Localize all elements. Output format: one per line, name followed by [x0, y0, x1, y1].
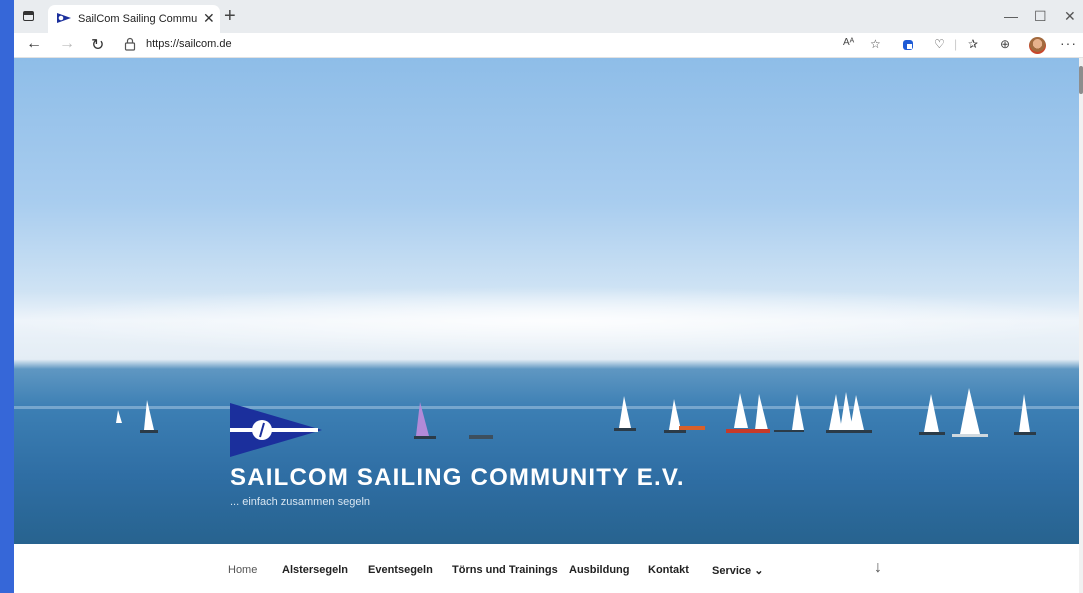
- page-scrollbar[interactable]: [1079, 58, 1083, 593]
- nav-item-alstersegeln[interactable]: Alstersegeln: [282, 564, 348, 576]
- minimize-button[interactable]: —: [1004, 8, 1018, 24]
- nav-item-service[interactable]: Service ⌄: [712, 564, 763, 577]
- extension-icon[interactable]: [902, 39, 914, 51]
- more-menu-icon[interactable]: ···: [1060, 35, 1077, 51]
- tab-close-icon[interactable]: ✕: [203, 10, 215, 27]
- nav-item-eventsegeln[interactable]: Eventsegeln: [368, 564, 433, 576]
- nav-item-home[interactable]: Home: [228, 564, 257, 576]
- address-bar[interactable]: https://sailcom.de: [124, 36, 944, 55]
- browser-window: SailCom Sailing Community e.V. ✕ + — ☐ ✕…: [14, 0, 1083, 593]
- nav-item-ausbildung[interactable]: Ausbildung: [569, 564, 630, 576]
- tab-sailcom[interactable]: SailCom Sailing Community e.V. ✕: [48, 5, 220, 33]
- tab-strip: SailCom Sailing Community e.V. ✕ + — ☐ ✕: [14, 0, 1083, 33]
- web-page: SAILCOM SAILING COMMUNITY E.V. ... einfa…: [14, 58, 1083, 593]
- toolbar-divider: |: [954, 37, 958, 51]
- forward-arrow-icon[interactable]: →: [59, 35, 75, 53]
- nav-item-toerns-und-trainings[interactable]: Törns und Trainings: [452, 564, 558, 576]
- scroll-down-arrow-icon[interactable]: ↓: [874, 559, 882, 577]
- new-tab-button[interactable]: +: [224, 5, 236, 28]
- site-tagline: ... einfach zusammen segeln: [230, 496, 371, 508]
- address-toolbar: ← → ↻ https://sailcom.de Aᴬ ☆ ♡ | ✰ ⊕ ··…: [14, 33, 1083, 58]
- url-text[interactable]: https://sailcom.de: [146, 38, 232, 50]
- sailcom-logo-icon: [230, 403, 322, 457]
- profile-avatar[interactable]: [1029, 37, 1046, 54]
- read-aloud-icon[interactable]: Aᴬ: [843, 37, 854, 48]
- refresh-icon[interactable]: ↻: [91, 35, 104, 55]
- browser-essentials-icon[interactable]: ♡: [934, 37, 945, 51]
- maximize-button[interactable]: ☐: [1034, 8, 1047, 25]
- nav-item-kontakt[interactable]: Kontakt: [648, 564, 689, 576]
- back-arrow-icon[interactable]: ←: [26, 35, 42, 53]
- collections-icon[interactable]: ⊕: [1000, 37, 1010, 51]
- favorites-icon[interactable]: ✰: [968, 37, 978, 51]
- add-favorite-icon[interactable]: ☆: [870, 37, 881, 51]
- tab-title: SailCom Sailing Community e.V.: [78, 13, 198, 25]
- site-title[interactable]: SAILCOM SAILING COMMUNITY E.V.: [230, 464, 685, 492]
- sailcom-favicon-icon: [57, 13, 71, 23]
- tab-actions-icon[interactable]: [22, 9, 36, 23]
- scrollbar-thumb[interactable]: [1079, 66, 1083, 94]
- hero-image: SAILCOM SAILING COMMUNITY E.V. ... einfa…: [14, 58, 1079, 544]
- lock-icon[interactable]: [124, 37, 136, 51]
- main-navigation: Home Alstersegeln Eventsegeln Törns und …: [14, 544, 1079, 593]
- close-window-button[interactable]: ✕: [1064, 8, 1076, 25]
